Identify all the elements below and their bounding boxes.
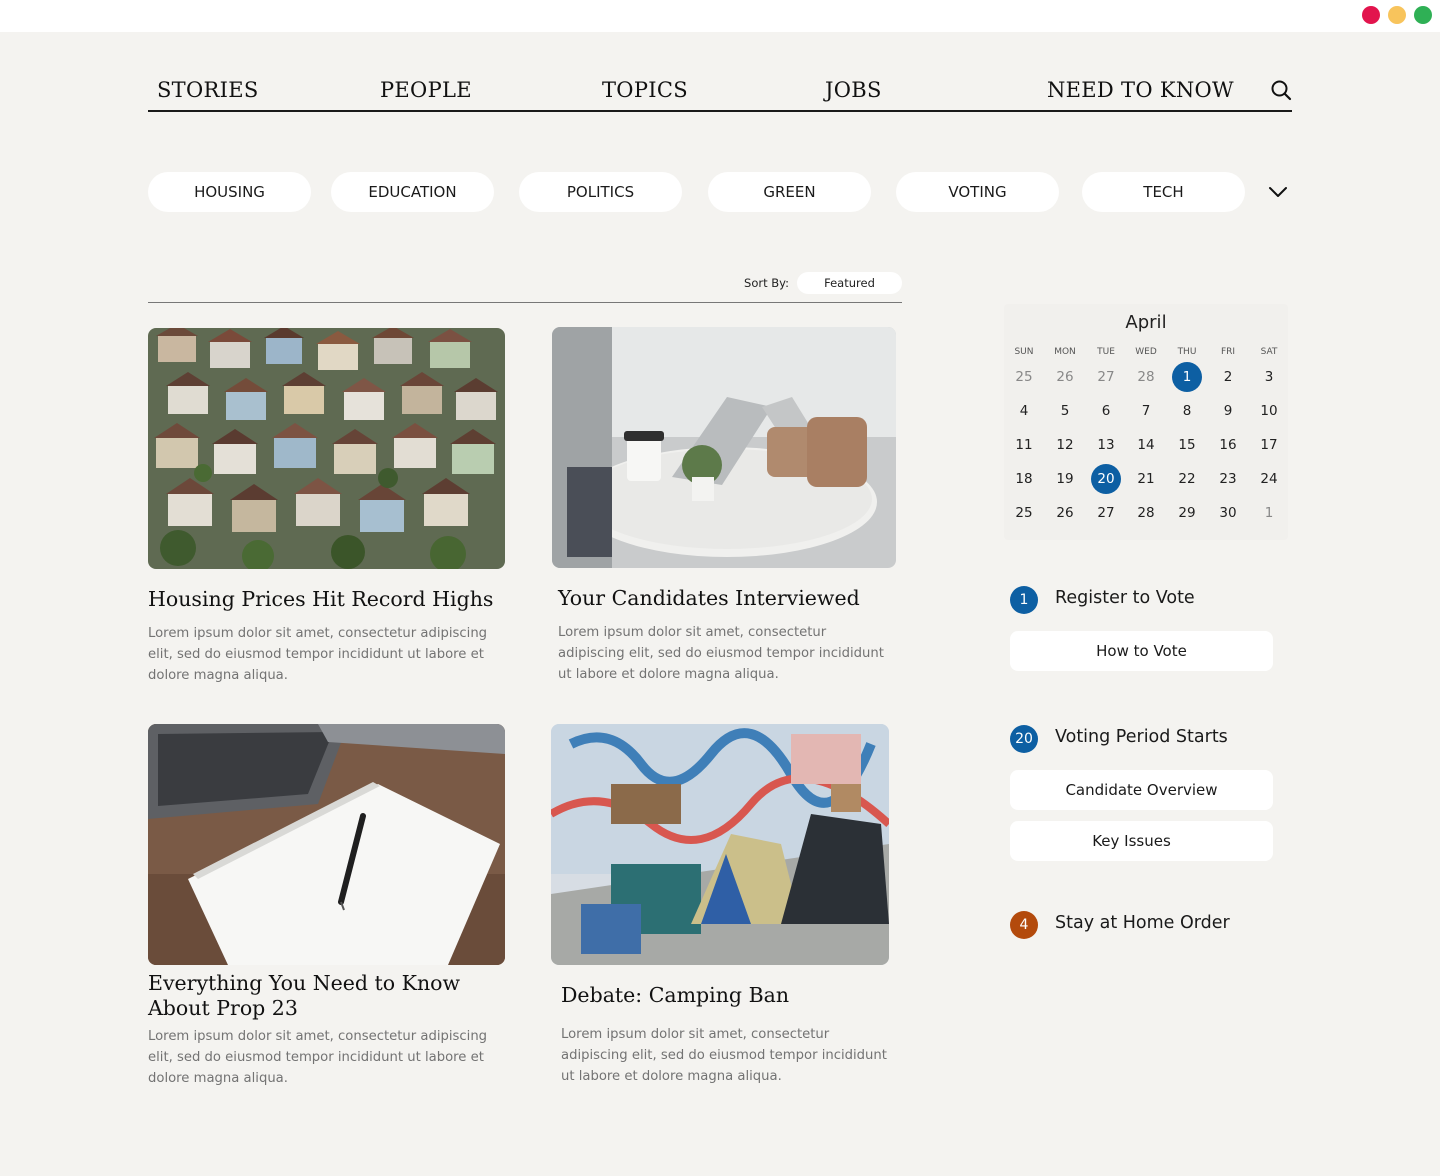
- article-image-camping-ban[interactable]: [551, 724, 889, 965]
- minimize-window-button[interactable]: [1388, 6, 1406, 24]
- event-date-badge: 1: [1010, 586, 1038, 614]
- calendar-day[interactable]: 12: [1050, 430, 1080, 460]
- calendar-day[interactable]: 25: [1009, 498, 1039, 528]
- calendar-weekday: FRI: [1220, 347, 1236, 357]
- nav-item-jobs[interactable]: JOBS: [825, 78, 882, 102]
- chip-housing[interactable]: HOUSING: [148, 172, 311, 212]
- calendar-day[interactable]: 5: [1050, 396, 1080, 426]
- calendar-day[interactable]: 29: [1172, 498, 1202, 528]
- chip-politics[interactable]: POLITICS: [519, 172, 682, 212]
- calendar-day[interactable]: 8: [1172, 396, 1202, 426]
- article-title[interactable]: Everything You Need to Know About Prop 2…: [148, 971, 513, 1021]
- calendar-day[interactable]: 26: [1050, 362, 1080, 392]
- calendar-day[interactable]: 7: [1131, 396, 1161, 426]
- maximize-window-button[interactable]: [1414, 6, 1432, 24]
- calendar-day[interactable]: 20: [1091, 464, 1121, 494]
- chip-education[interactable]: EDUCATION: [331, 172, 494, 212]
- event-date-badge: 20: [1010, 725, 1038, 753]
- window-titlebar: [0, 0, 1440, 32]
- article-image-candidates[interactable]: [552, 327, 896, 568]
- key-issues-button[interactable]: Key Issues: [1010, 821, 1273, 861]
- calendar-day[interactable]: 28: [1131, 498, 1161, 528]
- calendar-day[interactable]: 3: [1254, 362, 1284, 392]
- candidate-overview-button[interactable]: Candidate Overview: [1010, 770, 1273, 810]
- article-image-housing[interactable]: [148, 328, 505, 569]
- calendar-day[interactable]: 25: [1009, 362, 1039, 392]
- calendar-day[interactable]: 17: [1254, 430, 1284, 460]
- sort-label: Sort By:: [744, 276, 789, 290]
- calendar-day[interactable]: 30: [1213, 498, 1243, 528]
- chevron-down-icon[interactable]: [1266, 180, 1290, 204]
- calendar-day[interactable]: 23: [1213, 464, 1243, 494]
- calendar-day[interactable]: 15: [1172, 430, 1202, 460]
- calendar: April SUN MON TUE WED THU FRI SAT 25 26 27 28 1 2 3 4 5…: [1004, 304, 1288, 540]
- nav-item-need-to-know[interactable]: NEED TO KNOW: [1047, 78, 1234, 102]
- calendar-weekday: SUN: [1014, 347, 1034, 357]
- calendar-day[interactable]: 14: [1131, 430, 1161, 460]
- calendar-day[interactable]: 19: [1050, 464, 1080, 494]
- calendar-weekday: MON: [1054, 347, 1076, 357]
- category-chips: HOUSING EDUCATION POLITICS GREEN VOTING …: [148, 172, 1292, 212]
- nav-item-people[interactable]: PEOPLE: [380, 78, 472, 102]
- search-icon[interactable]: [1269, 78, 1293, 102]
- article-title[interactable]: Housing Prices Hit Record Highs: [148, 587, 505, 612]
- calendar-day[interactable]: 10: [1254, 396, 1284, 426]
- calendar-day[interactable]: 21: [1131, 464, 1161, 494]
- article-image-prop23[interactable]: [148, 724, 505, 965]
- article-excerpt: Lorem ipsum dolor sit amet, consectetur …: [148, 1029, 488, 1086]
- event-title: Register to Vote: [1055, 588, 1195, 608]
- calendar-weekday: TUE: [1097, 347, 1115, 357]
- calendar-day[interactable]: 22: [1172, 464, 1202, 494]
- close-window-button[interactable]: [1362, 6, 1380, 24]
- calendar-month: April: [1125, 312, 1167, 333]
- article-title[interactable]: Your Candidates Interviewed: [558, 586, 898, 611]
- sort-bar: Sort By: Featured: [148, 272, 902, 303]
- nav-item-stories[interactable]: STORIES: [157, 78, 259, 102]
- main-nav: STORIES PEOPLE TOPICS JOBS NEED TO KNOW: [148, 70, 1292, 112]
- calendar-day[interactable]: 9: [1213, 396, 1243, 426]
- calendar-day[interactable]: 26: [1050, 498, 1080, 528]
- calendar-day[interactable]: 2: [1213, 362, 1243, 392]
- calendar-day[interactable]: 11: [1009, 430, 1039, 460]
- how-to-vote-button[interactable]: How to Vote: [1010, 631, 1273, 671]
- event-title: Voting Period Starts: [1055, 727, 1228, 747]
- article-excerpt: Lorem ipsum dolor sit amet, consectetur …: [561, 1027, 887, 1084]
- calendar-day[interactable]: 4: [1009, 396, 1039, 426]
- calendar-day[interactable]: 1: [1254, 498, 1284, 528]
- sort-select[interactable]: Featured: [797, 272, 902, 294]
- calendar-weekday: WED: [1135, 347, 1157, 357]
- event-date-badge: 4: [1010, 911, 1038, 939]
- calendar-day[interactable]: 13: [1091, 430, 1121, 460]
- nav-item-topics[interactable]: TOPICS: [602, 78, 688, 102]
- calendar-day[interactable]: 1: [1172, 362, 1202, 392]
- calendar-day[interactable]: 16: [1213, 430, 1243, 460]
- chip-green[interactable]: GREEN: [708, 172, 871, 212]
- chip-tech[interactable]: TECH: [1082, 172, 1245, 212]
- calendar-day[interactable]: 24: [1254, 464, 1284, 494]
- chip-voting[interactable]: VOTING: [896, 172, 1059, 212]
- article-excerpt: Lorem ipsum dolor sit amet, consectetur …: [558, 625, 884, 682]
- calendar-day[interactable]: 27: [1091, 362, 1121, 392]
- calendar-day[interactable]: 27: [1091, 498, 1121, 528]
- calendar-weekday: THU: [1177, 347, 1197, 357]
- article-title[interactable]: Debate: Camping Ban: [561, 983, 891, 1008]
- calendar-day[interactable]: 6: [1091, 396, 1121, 426]
- calendar-day[interactable]: 18: [1009, 464, 1039, 494]
- event-title: Stay at Home Order: [1055, 913, 1230, 933]
- calendar-weekday: SAT: [1260, 347, 1278, 357]
- calendar-day[interactable]: 28: [1131, 362, 1161, 392]
- article-excerpt: Lorem ipsum dolor sit amet, consectetur …: [148, 626, 488, 683]
